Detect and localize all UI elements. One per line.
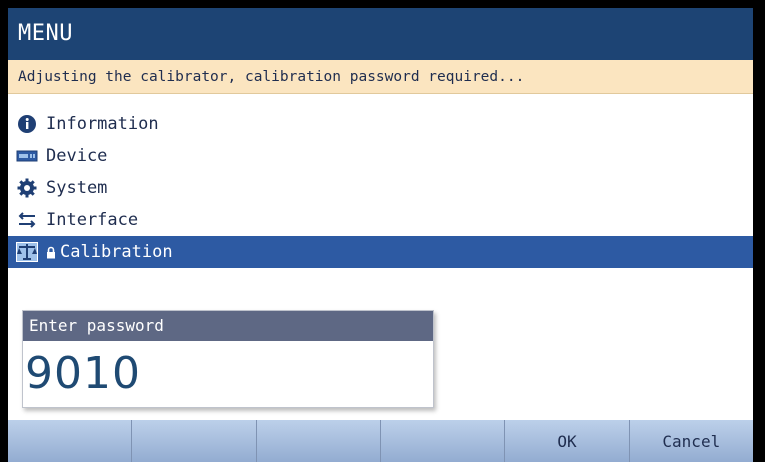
status-message: Adjusting the calibrator, calibration pa… — [8, 60, 753, 94]
screen-frame: MENU Adjusting the calibrator, calibrati… — [0, 0, 765, 462]
menu-item-label: System — [46, 178, 108, 198]
menu-item-label: Calibration — [60, 242, 173, 262]
menu-list: Information Device System Interface Cali… — [8, 108, 753, 268]
interface-arrows-icon — [16, 209, 38, 231]
calibration-icon — [16, 241, 38, 263]
cancel-button[interactable]: Cancel — [629, 420, 753, 462]
info-icon — [16, 113, 38, 135]
password-input[interactable]: 9010 — [23, 341, 433, 407]
ok-button[interactable]: OK — [505, 420, 630, 462]
password-label: Enter password — [23, 311, 433, 341]
softkey-1[interactable] — [8, 420, 133, 462]
menu-item-device[interactable]: Device — [8, 140, 753, 172]
calibrator-display: MENU Adjusting the calibrator, calibrati… — [8, 8, 753, 462]
menu-item-system[interactable]: System — [8, 172, 753, 204]
password-dialog: Enter password 9010 — [22, 310, 434, 408]
softkey-4[interactable] — [380, 420, 506, 462]
menu-item-calibration[interactable]: Calibration — [8, 236, 753, 268]
menu-item-interface[interactable]: Interface — [8, 204, 753, 236]
softkey-bar: OK Cancel — [8, 420, 753, 462]
lock-icon — [46, 246, 56, 259]
softkey-2[interactable] — [132, 420, 257, 462]
menu-item-information[interactable]: Information — [8, 108, 753, 140]
device-icon — [16, 145, 38, 167]
menu-item-label: Interface — [46, 210, 139, 230]
gear-icon — [16, 177, 38, 199]
menu-item-label: Information — [46, 114, 159, 134]
menu-title: MENU — [8, 8, 753, 60]
menu-item-label: Device — [46, 146, 108, 166]
softkey-3[interactable] — [256, 420, 381, 462]
